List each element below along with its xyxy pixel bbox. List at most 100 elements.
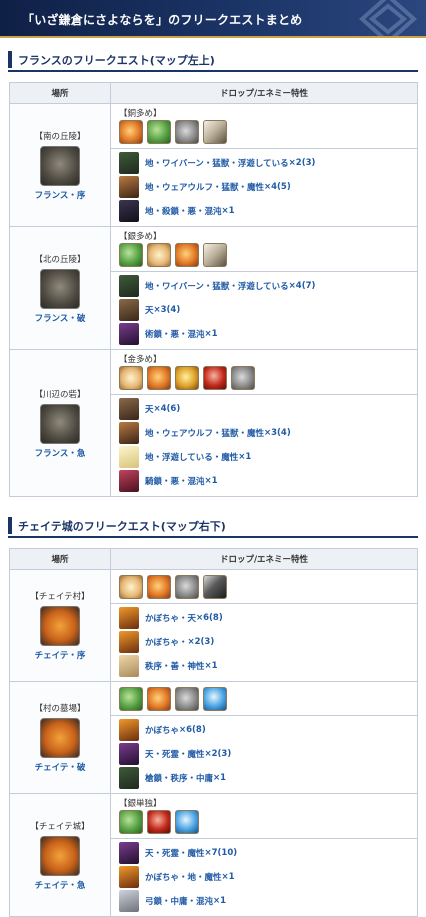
enemy-count: ×1 [238,452,252,462]
place-name: 【川辺の砦】 [34,389,86,400]
place-cell: 【北の丘陵】 フランス・破 [9,226,111,350]
enemy-traits: かぼちゃ・ [145,638,188,648]
enemy-traits: 天・死霊・魔性 [145,750,205,760]
quest-link[interactable]: チェイテ・破 [10,761,110,773]
enemy-count: ×1 [213,773,227,783]
blonde-icon [119,655,139,677]
place-cell: 【南の丘陵】 フランス・序 [9,103,111,227]
enemy-traits: かぼちゃ・地・魔性 [145,873,222,883]
enemy-count: ×7(10) [204,848,238,858]
gold-seed-icon [175,366,199,390]
green-fang-icon [119,243,143,267]
enemy-row: 地・ウェアウルフ・猛獣・魔性 ×3(4) [111,421,417,445]
quest-thumbnail [40,718,80,758]
green-fang-icon [119,810,143,834]
enemy-row: 天・死霊・魔性 ×7(10) [111,841,417,865]
green-fang-icon [119,687,143,711]
blue-gem-icon [175,810,199,834]
enemy-count: ×4(5) [264,182,291,192]
enemy-row: かぼちゃ ×6(8) [111,718,417,742]
pumpkin-icon [119,719,139,741]
enemy-count: ×6(8) [179,725,206,735]
red-seed-icon [147,810,171,834]
enemy-cell: かぼちゃ ×6(8) 天・死霊・魔性 ×2(3) 槍鎖・秩序・中庸 ×1 [110,715,418,794]
blue-gem-icon [203,687,227,711]
enemy-row: かぼちゃ・ ×2(3) [111,630,417,654]
place-name: 【村の墓場】 [34,704,86,714]
enemy-row: 地・殺鎖・悪・混沌 ×1 [111,199,417,223]
gray-gear-icon [231,366,255,390]
lancer-icon [119,767,139,789]
feather-icon [203,120,227,144]
enemy-cell: 地・ワイバーン・猛獣・浮遊している ×4(7) 天 ×3(4) 術鎖・悪・混沌 ×1 [110,271,418,350]
page-title: 「いざ鎌倉にさよならを」のフリークエストまとめ [22,13,303,27]
quest-link[interactable]: フランス・急 [10,447,110,459]
enemy-row: 地・ウェアウルフ・猛獣・魔性 ×4(5) [111,175,417,199]
enemy-row: 地・ワイバーン・猛獣・浮遊している ×2(3) [111,151,417,175]
place-cell: 【チェイテ村】 チェイテ・序 [9,569,111,682]
werewolf-icon [119,422,139,444]
enemy-count: ×3(4) [153,305,181,315]
section-title: フランスのフリークエスト(マップ左上) [18,54,215,67]
enemy-traits: 秩序・善・神性 [145,662,205,672]
drop-cell: 【銅多め】 [110,103,418,149]
ghost-icon [119,446,139,468]
section-heading-csejte: チェイテ城のフリークエスト(マップ右下) [8,514,418,538]
purple-icon [119,743,139,765]
enemy-row: 弓鎖・中庸・混沌 ×1 [111,889,417,913]
quest-link[interactable]: チェイテ・序 [10,649,110,661]
drop-cell [110,569,418,604]
enemy-count: ×1 [221,206,235,216]
section-heading-france: フランスのフリークエスト(マップ左上) [8,48,418,72]
enemy-row: 騎鎖・悪・混沌 ×1 [111,469,417,493]
enemy-row: 秩序・善・神性 ×1 [111,654,417,678]
enemy-row: 槍鎖・秩序・中庸 ×1 [111,766,417,790]
enemy-traits: かぼちゃ・天 [145,614,197,624]
red-seed-icon [203,366,227,390]
quest-link[interactable]: フランス・序 [10,189,110,201]
wyvern-icon [119,152,139,174]
enemy-traits: 騎鎖・悪・混沌 [145,477,205,487]
france-quest-table: 場所 ドロップ/エネミー特性 【南の丘陵】 フランス・序 【銅多め】 地・ワイバ… [9,82,418,497]
enemy-count: ×3(4) [264,428,291,438]
place-cell: 【チェイテ城】 チェイテ・急 [9,793,111,917]
enemy-traits: 天 [145,405,154,415]
assassin-icon [119,200,139,222]
place-name: 【チェイテ城】 [30,821,90,832]
werewolf-icon [119,176,139,198]
enemy-traits: 地・殺鎖・悪・混沌 [145,207,222,217]
drop-label: 【銅多め】 [119,109,162,119]
drop-cell: 【金多め】 [110,349,418,395]
enemy-cell: 天・死霊・魔性 ×7(10) かぼちゃ・地・魔性 ×1 弓鎖・中庸・混沌 ×1 [110,838,418,917]
quest-link[interactable]: フランス・破 [10,312,110,324]
bread-icon [147,243,171,267]
orange-seed-icon [147,366,171,390]
enemy-row: 地・浮遊している・魔性 ×1 [111,445,417,469]
drop-label: 【銀単独】 [119,799,162,809]
enemy-traits: 地・ウェアウルフ・猛獣・魔性 [145,183,265,193]
enemy-count: ×2(3) [288,158,316,168]
enemy-count: ×4(6) [153,404,181,414]
enemy-count: ×2(3) [187,637,215,647]
enemy-traits: 槍鎖・秩序・中庸 [145,774,214,784]
enemy-cell: 地・ワイバーン・猛獣・浮遊している ×2(3) 地・ウェアウルフ・猛獣・魔性 ×4(… [110,148,418,227]
gray-gear-icon [175,687,199,711]
enemy-traits: 地・ウェアウルフ・猛獣・魔性 [145,429,265,439]
enemy-count: ×4(7) [288,281,316,291]
drop-cell: 【銀多め】 [110,226,418,272]
enemy-traits: 地・ワイバーン・猛獣・浮遊している [145,282,289,292]
enemy-traits: 地・浮遊している・魔性 [145,453,239,463]
orange-seed-icon [175,243,199,267]
gray-gear-icon [175,575,199,599]
enemy-count: ×2(3) [204,749,232,759]
enemy-count: ×1 [204,329,218,339]
place-name: 【北の丘陵】 [34,254,86,265]
purple-icon [119,842,139,864]
quest-thumbnail [40,606,80,646]
page-banner: 「いざ鎌倉にさよならを」のフリークエストまとめ [0,0,426,38]
quest-link[interactable]: チェイテ・急 [10,879,110,891]
enemy-cell: 天 ×4(6) 地・ウェアウルフ・猛獣・魔性 ×3(4) 地・浮遊している・魔性 ×1… [110,394,418,497]
enemy-count: ×1 [204,661,218,671]
enemy-row: 天・死霊・魔性 ×2(3) [111,742,417,766]
dark-horn-icon [203,575,227,599]
